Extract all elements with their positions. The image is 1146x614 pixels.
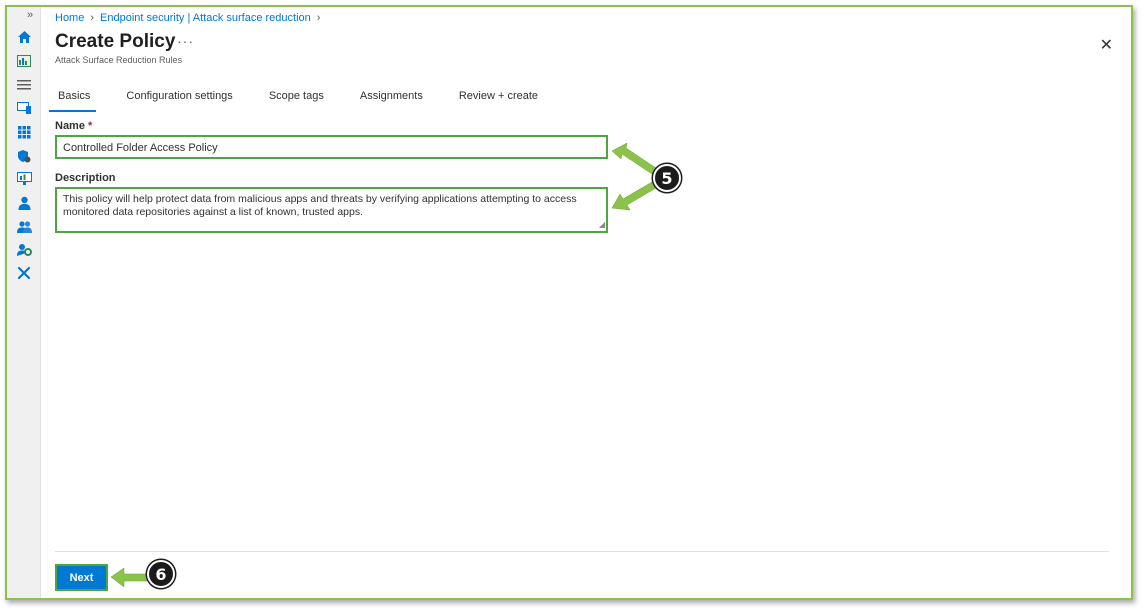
annotation-arrows	[110, 142, 657, 588]
step-5-badge: 5	[653, 164, 681, 192]
arrow-to-name-icon	[611, 142, 657, 175]
arrow-to-description-icon	[611, 181, 657, 211]
arrow-to-next-icon	[110, 567, 148, 588]
step-6-badge: 6	[147, 560, 175, 588]
